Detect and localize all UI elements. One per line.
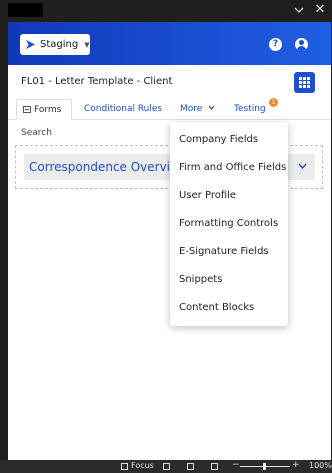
zoom-level[interactable]: 100% (309, 461, 332, 470)
menu-item-user-profile[interactable]: User Profile (179, 190, 236, 201)
app-logo-icon (26, 40, 35, 49)
tab-forms-label: Forms (34, 105, 62, 115)
status-bar: Focus − + 100% (0, 460, 332, 473)
zoom-out-icon[interactable]: − (232, 460, 240, 470)
user-account-icon[interactable] (295, 38, 308, 51)
tab-more[interactable]: More (180, 99, 215, 120)
window-title-redacted (8, 3, 43, 17)
form-icon (23, 106, 31, 113)
testing-count-badge: 1 (269, 98, 278, 107)
section-title: Correspondence Overview (29, 160, 188, 174)
window-titlebar: ✕ (0, 0, 332, 22)
menu-item-content-blocks[interactable]: Content Blocks (179, 302, 254, 313)
focus-label[interactable]: Focus (131, 461, 154, 470)
caret-down-icon: ▼ (84, 40, 90, 49)
chevron-down-icon[interactable] (298, 161, 307, 172)
app-header: Staging ▼ ? (8, 22, 331, 65)
tab-testing[interactable]: Testing (234, 99, 266, 120)
menu-item-firm-office-fields[interactable]: Firm and Office Fields (179, 162, 286, 173)
apps-grid-button[interactable] (294, 72, 315, 93)
tab-conditional-rules[interactable]: Conditional Rules (84, 99, 162, 120)
chevron-down-icon[interactable] (290, 2, 308, 18)
menu-item-esignature-fields[interactable]: E-Signature Fields (179, 246, 269, 257)
tab-more-label: More (180, 104, 203, 114)
tab-forms[interactable]: Forms (16, 99, 72, 120)
environment-selector[interactable]: Staging ▼ (20, 34, 90, 55)
app-panel: Staging ▼ ? FL01 - Letter Template - Cli… (8, 22, 331, 460)
print-layout-icon[interactable] (187, 463, 194, 470)
document-title: FL01 - Letter Template - Client (21, 76, 173, 87)
zoom-in-icon[interactable]: + (292, 460, 300, 470)
zoom-slider-thumb[interactable] (263, 463, 266, 470)
menu-item-snippets[interactable]: Snippets (179, 274, 222, 285)
search-label: Search (21, 128, 52, 138)
focus-icon (121, 463, 128, 470)
close-icon[interactable]: ✕ (311, 2, 329, 18)
menu-item-formatting-controls[interactable]: Formatting Controls (179, 218, 278, 229)
environment-label: Staging (40, 39, 79, 50)
menu-item-company-fields[interactable]: Company Fields (179, 134, 258, 145)
web-layout-icon[interactable] (211, 463, 218, 470)
chevron-down-icon (208, 105, 215, 110)
read-mode-icon[interactable] (163, 463, 170, 470)
tab-bar: Forms Conditional Rules More Testing (8, 99, 331, 120)
help-icon[interactable]: ? (269, 38, 282, 51)
more-dropdown-menu: Company Fields Firm and Office Fields Us… (170, 122, 288, 326)
